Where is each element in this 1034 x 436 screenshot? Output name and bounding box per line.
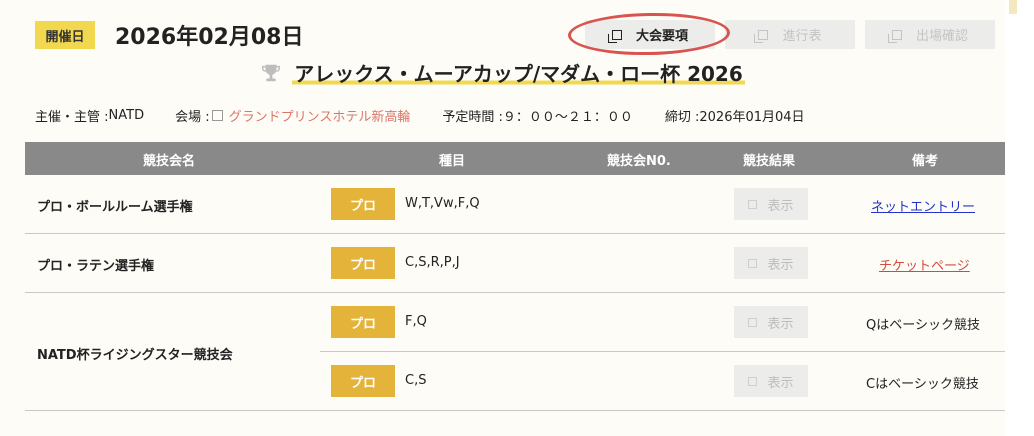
organizer-value: NATD [108,108,145,123]
venue-label: 会場 : [175,110,210,125]
row-divider [25,410,1005,411]
deadline-value: 2026年01月04日 [699,110,805,125]
col-results: 競技結果 [743,154,796,169]
remark-text: Cはベーシック競技 [866,377,979,392]
external-link-icon [211,110,223,121]
row-divider [25,233,1005,234]
row-divider [320,351,1005,352]
category-button[interactable]: プロ [331,188,395,220]
show-result-label: 表示 [767,198,794,214]
window-icon [754,29,769,43]
entry-check-button[interactable]: 出場確認 [865,20,995,49]
events-list: C,S,R,P,J [405,255,460,270]
title-row: アレックス・ムーアカップ/マダム・ロー杯 2026 [0,58,1005,88]
schedule-button-label: 進行表 [782,29,822,44]
col-competition-name: 競技会名 [143,154,196,169]
show-result-button[interactable]: 表示 [734,306,808,338]
row-divider [25,292,1005,293]
show-result-label: 表示 [767,257,794,273]
organizer-label: 主催・主管 : [35,110,109,125]
time-label: 予定時間 : [442,110,503,125]
deadline-label: 締切 : [664,110,700,125]
col-competition-no: 競技会N0. [607,154,671,169]
category-button[interactable]: プロ [331,306,395,338]
ticket-page-link[interactable]: チケットページ [879,255,970,274]
window-icon [748,199,758,209]
category-button[interactable]: プロ [331,247,395,279]
right-edge [1005,0,1034,436]
venue-link[interactable]: グランドプリンスホテル新高輪 [229,106,411,125]
entry-check-button-label: 出場確認 [915,29,968,44]
competition-name: プロ・ボールルーム選手権 [37,200,193,215]
show-result-button[interactable]: 表示 [734,247,808,279]
competition-name: プロ・ラテン選手権 [37,259,155,274]
date-badge: 開催日 [35,21,95,49]
event-date: 2026年02月08日 [115,25,304,50]
net-entry-link[interactable]: ネットエントリー [871,196,975,215]
show-result-label: 表示 [767,375,794,391]
events-list: C,S [405,373,427,388]
window-icon [748,317,758,327]
show-result-label: 表示 [767,316,794,332]
events-list: W,T,Vw,F,Q [405,196,480,211]
show-result-button[interactable]: 表示 [734,365,808,397]
event-info: 主催・主管 : NATD 会場 : グランドプリンスホテル新高輪 予定時間 : … [35,106,805,125]
schedule-button[interactable]: 進行表 [725,20,855,49]
category-button[interactable]: プロ [331,365,395,397]
events-list: F,Q [405,314,427,329]
table-header: 競技会名 種目 競技会N0. 競技結果 備考 [25,142,1005,175]
window-icon [748,258,758,268]
trophy-icon [262,64,281,81]
edge-mark [1009,0,1017,14]
competition-name: NATD杯ライジングスター競技会 [37,348,233,363]
time-value: ９：００～２１：００ [502,110,633,125]
show-result-button[interactable]: 表示 [734,188,808,220]
col-events: 種目 [439,154,466,169]
event-title: アレックス・ムーアカップ/マダム・ロー杯 2026 [292,58,745,87]
col-remarks: 備考 [912,154,939,169]
window-icon [887,29,902,43]
remark-text: Qはベーシック競技 [866,318,980,333]
window-icon [748,376,758,386]
